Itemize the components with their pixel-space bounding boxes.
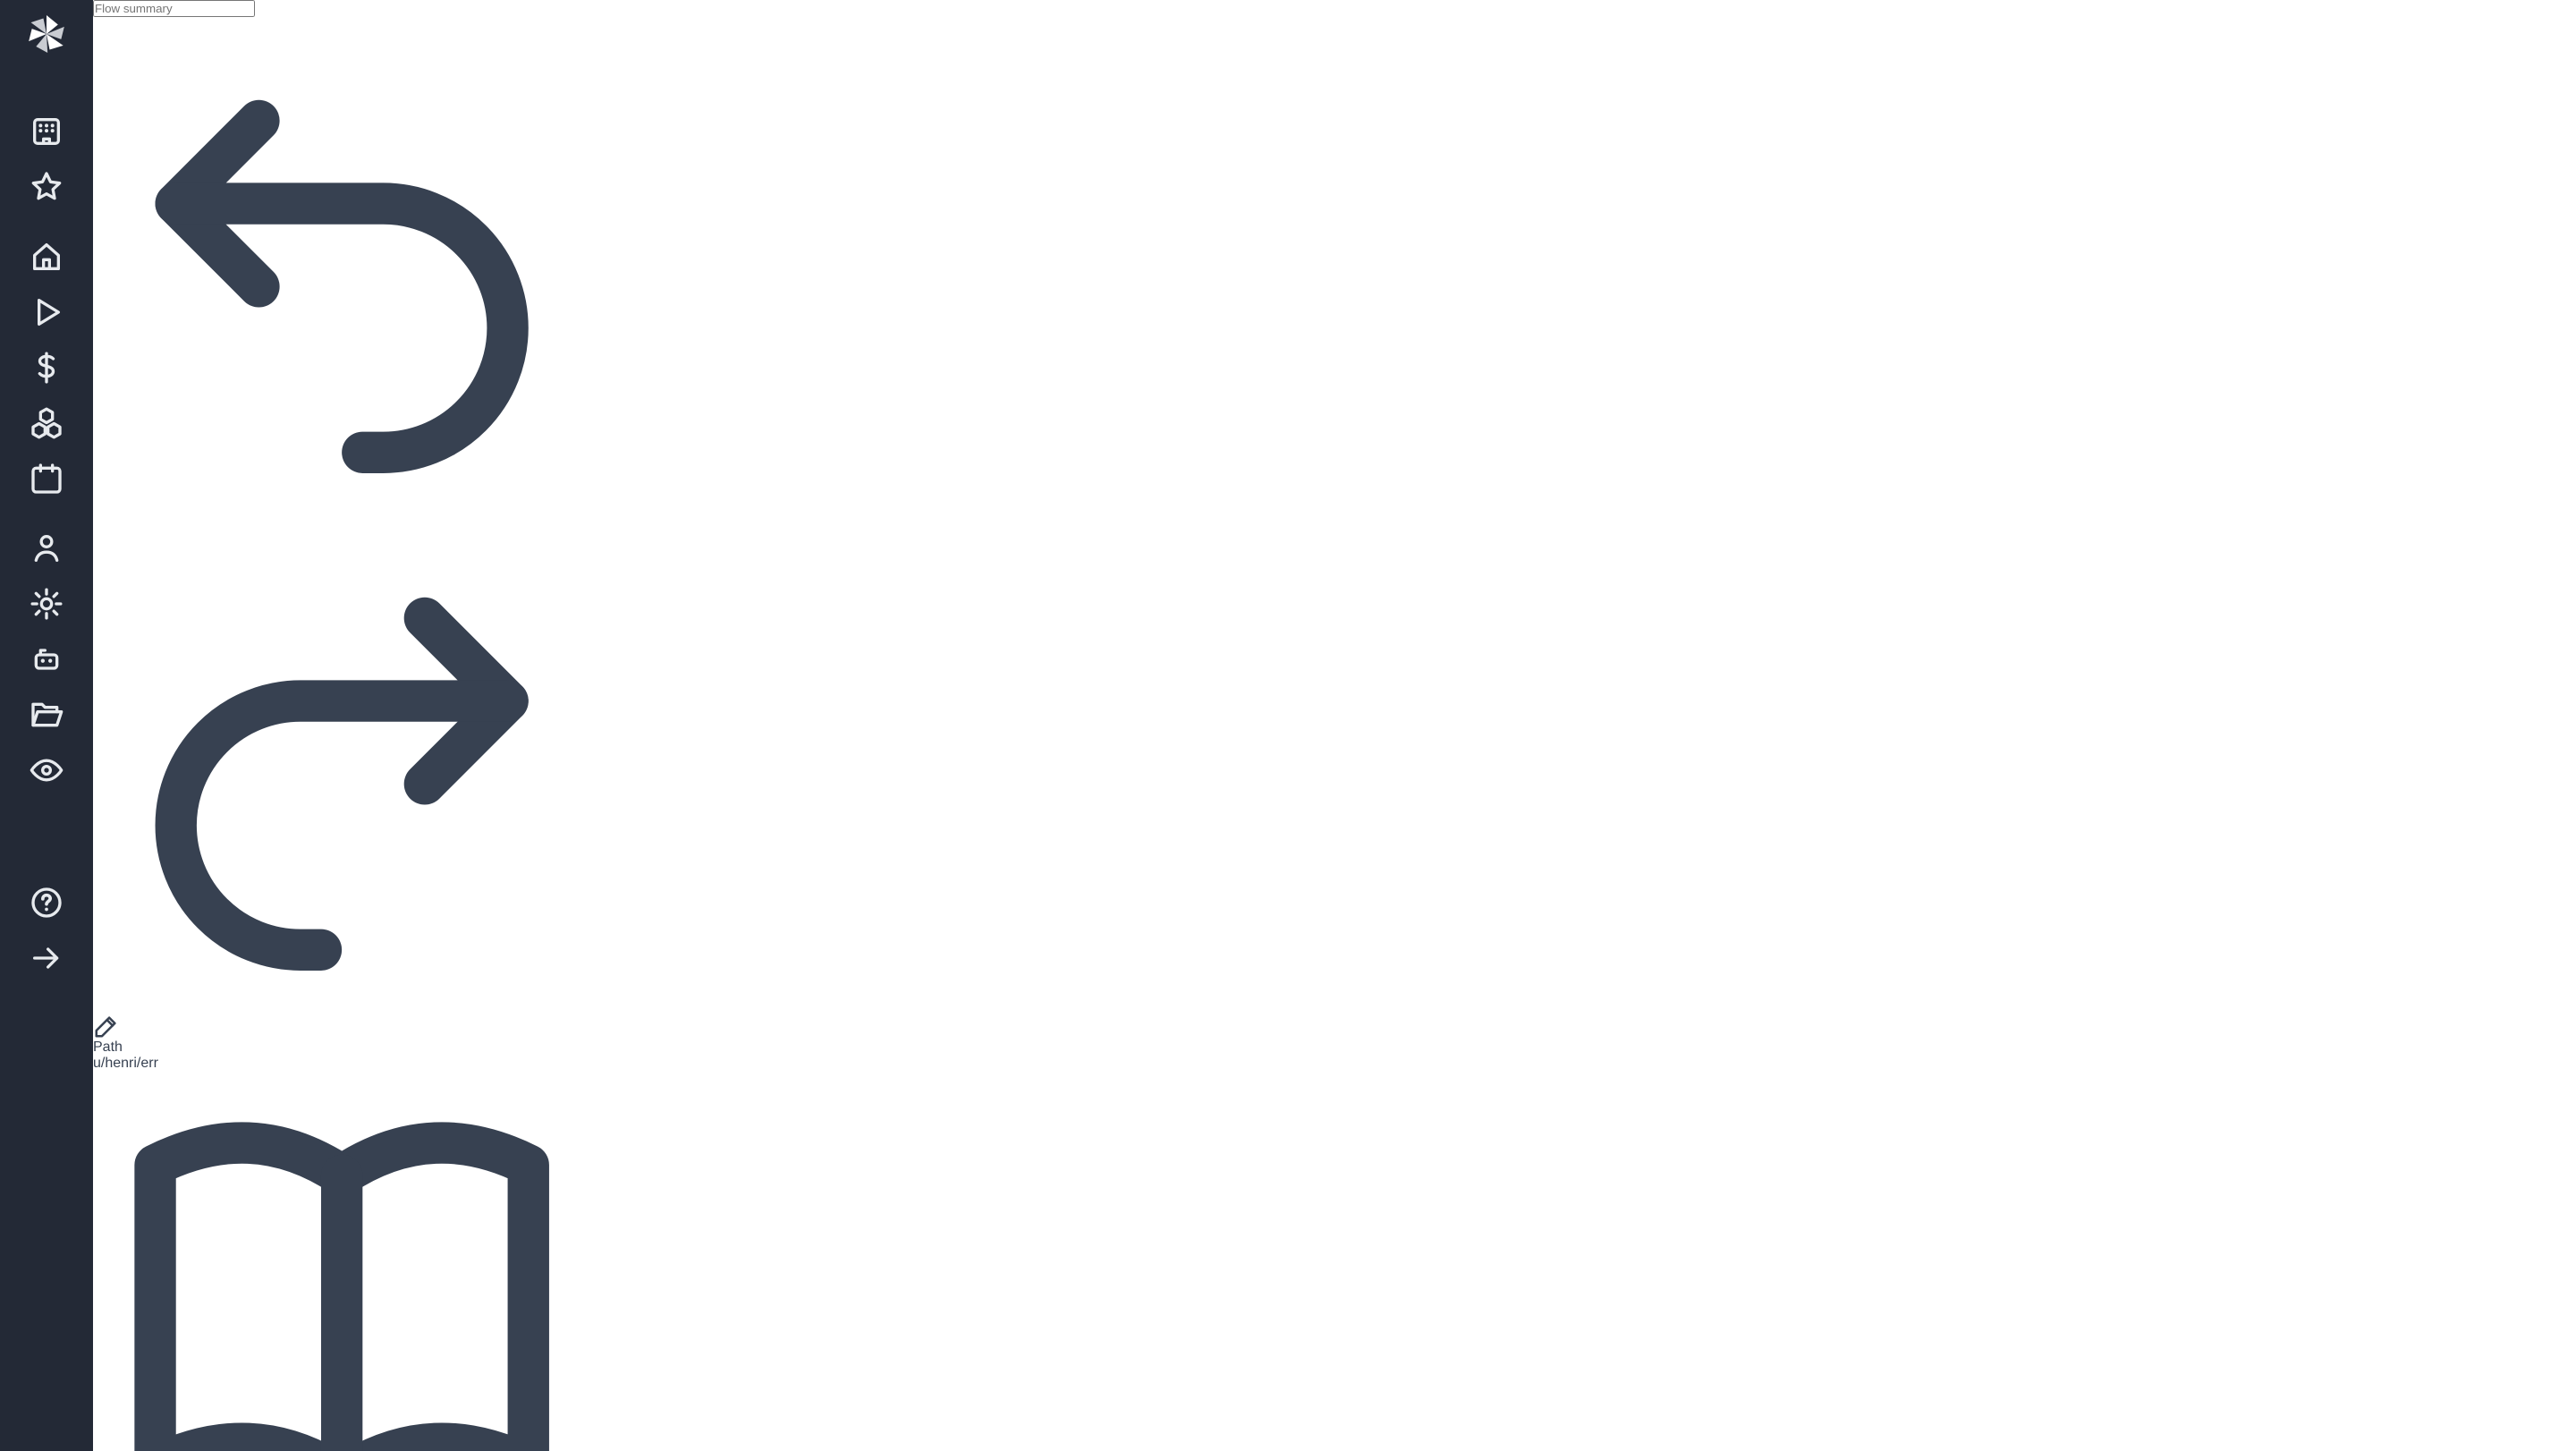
- windmill-flow-editor: Path u/henri/err ± Diff AI Builder: [0, 0, 2576, 1451]
- user-icon[interactable]: [26, 528, 67, 569]
- folders-icon[interactable]: [26, 694, 67, 735]
- path-value[interactable]: u/henri/err: [93, 1056, 590, 1072]
- runs-play-icon[interactable]: [26, 292, 67, 333]
- home-icon[interactable]: [26, 236, 67, 277]
- resources-cubes-icon[interactable]: [26, 403, 67, 444]
- undo-redo-group: [93, 17, 590, 1013]
- path-label: Path: [93, 1039, 123, 1055]
- workers-robot-icon[interactable]: [26, 639, 67, 680]
- windmill-logo-icon[interactable]: [21, 9, 72, 59]
- pencil-icon: [95, 1015, 116, 1038]
- workspace-building-icon[interactable]: [26, 111, 67, 152]
- favorites-star-icon[interactable]: [26, 166, 67, 208]
- path-control[interactable]: Path u/henri/err: [93, 1013, 590, 1072]
- audit-eye-icon[interactable]: [26, 750, 67, 791]
- flow-summary-input[interactable]: [93, 0, 255, 17]
- path-edit-segment[interactable]: Path: [93, 1013, 590, 1056]
- variables-dollar-icon[interactable]: [26, 347, 67, 388]
- redo-button[interactable]: [93, 514, 590, 1012]
- undo-button[interactable]: [93, 17, 590, 514]
- settings-gear-icon[interactable]: [26, 583, 67, 624]
- top-toolbar: Path u/henri/err ± Diff AI Builder: [93, 0, 590, 1451]
- help-icon[interactable]: [26, 882, 67, 923]
- app-sidebar: [0, 0, 93, 1451]
- collapse-arrow-icon[interactable]: [26, 938, 67, 979]
- docs-book-button[interactable]: [93, 1072, 590, 1451]
- schedules-calendar-icon[interactable]: [26, 458, 67, 499]
- book-icon: [134, 1122, 549, 1451]
